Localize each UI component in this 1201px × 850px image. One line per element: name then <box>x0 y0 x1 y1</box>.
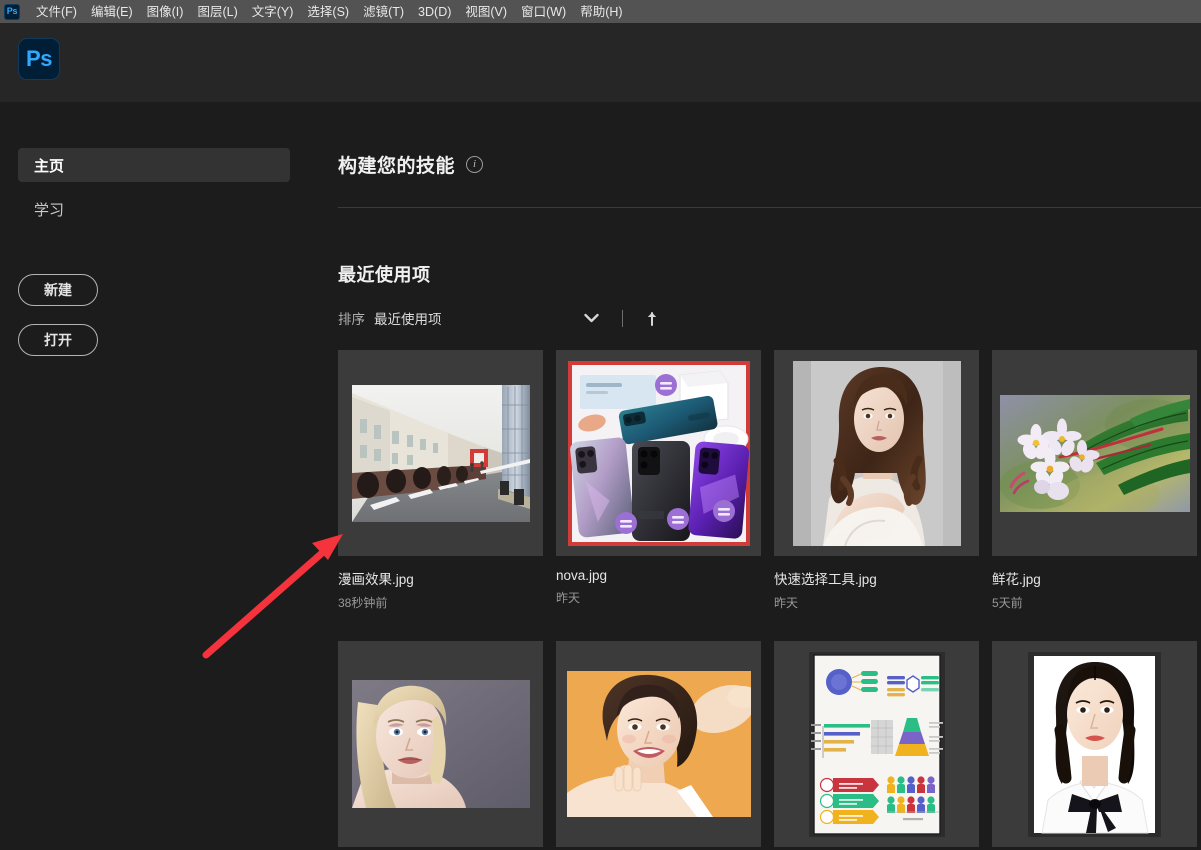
sort-label: 排序 <box>338 312 365 327</box>
sidebar-item-learn[interactable]: 学习 <box>18 192 290 226</box>
file-card[interactable]: 快速选择工具.jpg 昨天 <box>774 350 979 630</box>
menu-edit[interactable]: 编辑(E) <box>84 2 140 22</box>
sidebar-actions: 新建 打开 <box>0 274 320 356</box>
open-button-label: 打开 <box>44 332 72 348</box>
file-card[interactable] <box>992 641 1197 850</box>
menu-filter[interactable]: 滤镜(T) <box>356 2 411 22</box>
infographic-thumb <box>808 651 945 837</box>
section-divider <box>338 207 1201 208</box>
menu-layer[interactable]: 图层(L) <box>190 2 244 22</box>
file-card[interactable]: 漫画效果.jpg 38秒钟前 <box>338 350 543 630</box>
file-thumbnail[interactable] <box>992 641 1197 847</box>
sidebar-item-learn-label: 学习 <box>34 201 65 219</box>
file-meta: 快速选择工具.jpg 昨天 <box>774 568 979 630</box>
sidebar: 主页 学习 新建 打开 <box>0 103 320 850</box>
file-card[interactable] <box>338 641 543 850</box>
file-name: 漫画效果.jpg <box>338 572 414 587</box>
file-timestamp: 5天前 <box>992 596 1023 610</box>
file-timestamp: 昨天 <box>774 596 799 610</box>
menu-select[interactable]: 选择(S) <box>300 2 356 22</box>
sidebar-item-home[interactable]: 主页 <box>18 148 290 182</box>
file-thumbnail[interactable] <box>774 641 979 847</box>
new-button[interactable]: 新建 <box>18 274 98 306</box>
sort-divider <box>621 309 623 327</box>
info-icon[interactable]: i <box>466 156 484 173</box>
file-thumbnail[interactable] <box>338 350 543 556</box>
menu-type[interactable]: 文字(Y) <box>245 2 301 22</box>
id-photo-thumb <box>1028 651 1161 837</box>
file-name: 快速选择工具.jpg <box>774 572 877 587</box>
woman-portrait-thumb <box>792 360 961 546</box>
sort-value[interactable]: 最近使用项 <box>374 308 442 328</box>
file-thumbnail[interactable] <box>774 350 979 556</box>
file-thumbnail[interactable] <box>992 350 1197 556</box>
photoshop-logo: Ps <box>18 38 60 80</box>
home-body: 主页 学习 新建 打开 构建您的技能 i 最近使用项 排序 最近使用项 漫画效果… <box>0 103 1201 850</box>
app-icon[interactable]: Ps <box>4 3 20 20</box>
file-thumbnail[interactable] <box>338 641 543 847</box>
phones-product-thumb <box>567 360 750 546</box>
file-card[interactable]: nova.jpg 昨天 <box>556 350 761 630</box>
file-timestamp: 昨天 <box>556 591 581 605</box>
build-skills-title: 构建您的技能 <box>338 156 456 177</box>
smiling-woman-thumb <box>566 671 751 817</box>
menu-image[interactable]: 图像(I) <box>140 2 191 22</box>
sort-controls <box>581 308 662 328</box>
chevron-down-icon[interactable] <box>581 308 603 328</box>
menu-help[interactable]: 帮助(H) <box>573 2 629 22</box>
file-meta: nova.jpg 昨天 <box>556 568 761 630</box>
menu-3d[interactable]: 3D(D) <box>411 2 458 22</box>
main-content: 构建您的技能 i 最近使用项 排序 最近使用项 漫画效果.jpg 38秒钟前 n… <box>320 103 1201 850</box>
arrow-up-icon[interactable] <box>642 308 662 328</box>
menu-file[interactable]: 文件(F) <box>29 2 84 22</box>
file-thumbnail[interactable] <box>556 641 761 847</box>
file-card[interactable] <box>556 641 761 850</box>
file-meta: 漫画效果.jpg 38秒钟前 <box>338 568 543 630</box>
build-skills-header: 构建您的技能 i <box>338 103 1201 178</box>
photoshop-logo-label: Ps <box>26 46 52 71</box>
app-header-strip: Ps <box>0 23 1201 103</box>
photoshop-home-screen: Ps 文件(F) 编辑(E) 图像(I) 图层(L) 文字(Y) 选择(S) 滤… <box>0 0 1201 850</box>
blonde-portrait-thumb <box>351 680 530 808</box>
street-scene-thumb <box>351 384 530 522</box>
recent-files-grid-row2 <box>338 641 1201 850</box>
file-name: 鲜花.jpg <box>992 572 1041 587</box>
open-button[interactable]: 打开 <box>18 324 98 356</box>
menu-bar: Ps 文件(F) 编辑(E) 图像(I) 图层(L) 文字(Y) 选择(S) 滤… <box>0 0 1201 23</box>
recent-files-grid-row1: 漫画效果.jpg 38秒钟前 nova.jpg 昨天 快速选择工具.jpg 昨天… <box>338 350 1201 630</box>
new-button-label: 新建 <box>44 282 72 298</box>
info-icon-glyph: i <box>472 158 477 170</box>
sort-bar: 排序 最近使用项 <box>338 308 1201 328</box>
recent-files-title: 最近使用项 <box>338 265 431 285</box>
file-card[interactable] <box>774 641 979 850</box>
file-timestamp: 38秒钟前 <box>338 596 388 610</box>
menu-window[interactable]: 窗口(W) <box>514 2 573 22</box>
menu-view[interactable]: 视图(V) <box>458 2 514 22</box>
file-thumbnail[interactable] <box>556 350 761 556</box>
file-meta: 鲜花.jpg 5天前 <box>992 568 1197 630</box>
sidebar-item-home-label: 主页 <box>34 157 65 175</box>
flowers-thumb <box>999 394 1190 512</box>
file-card[interactable]: 鲜花.jpg 5天前 <box>992 350 1197 630</box>
app-icon-label: Ps <box>6 6 18 16</box>
file-name: nova.jpg <box>556 568 608 583</box>
